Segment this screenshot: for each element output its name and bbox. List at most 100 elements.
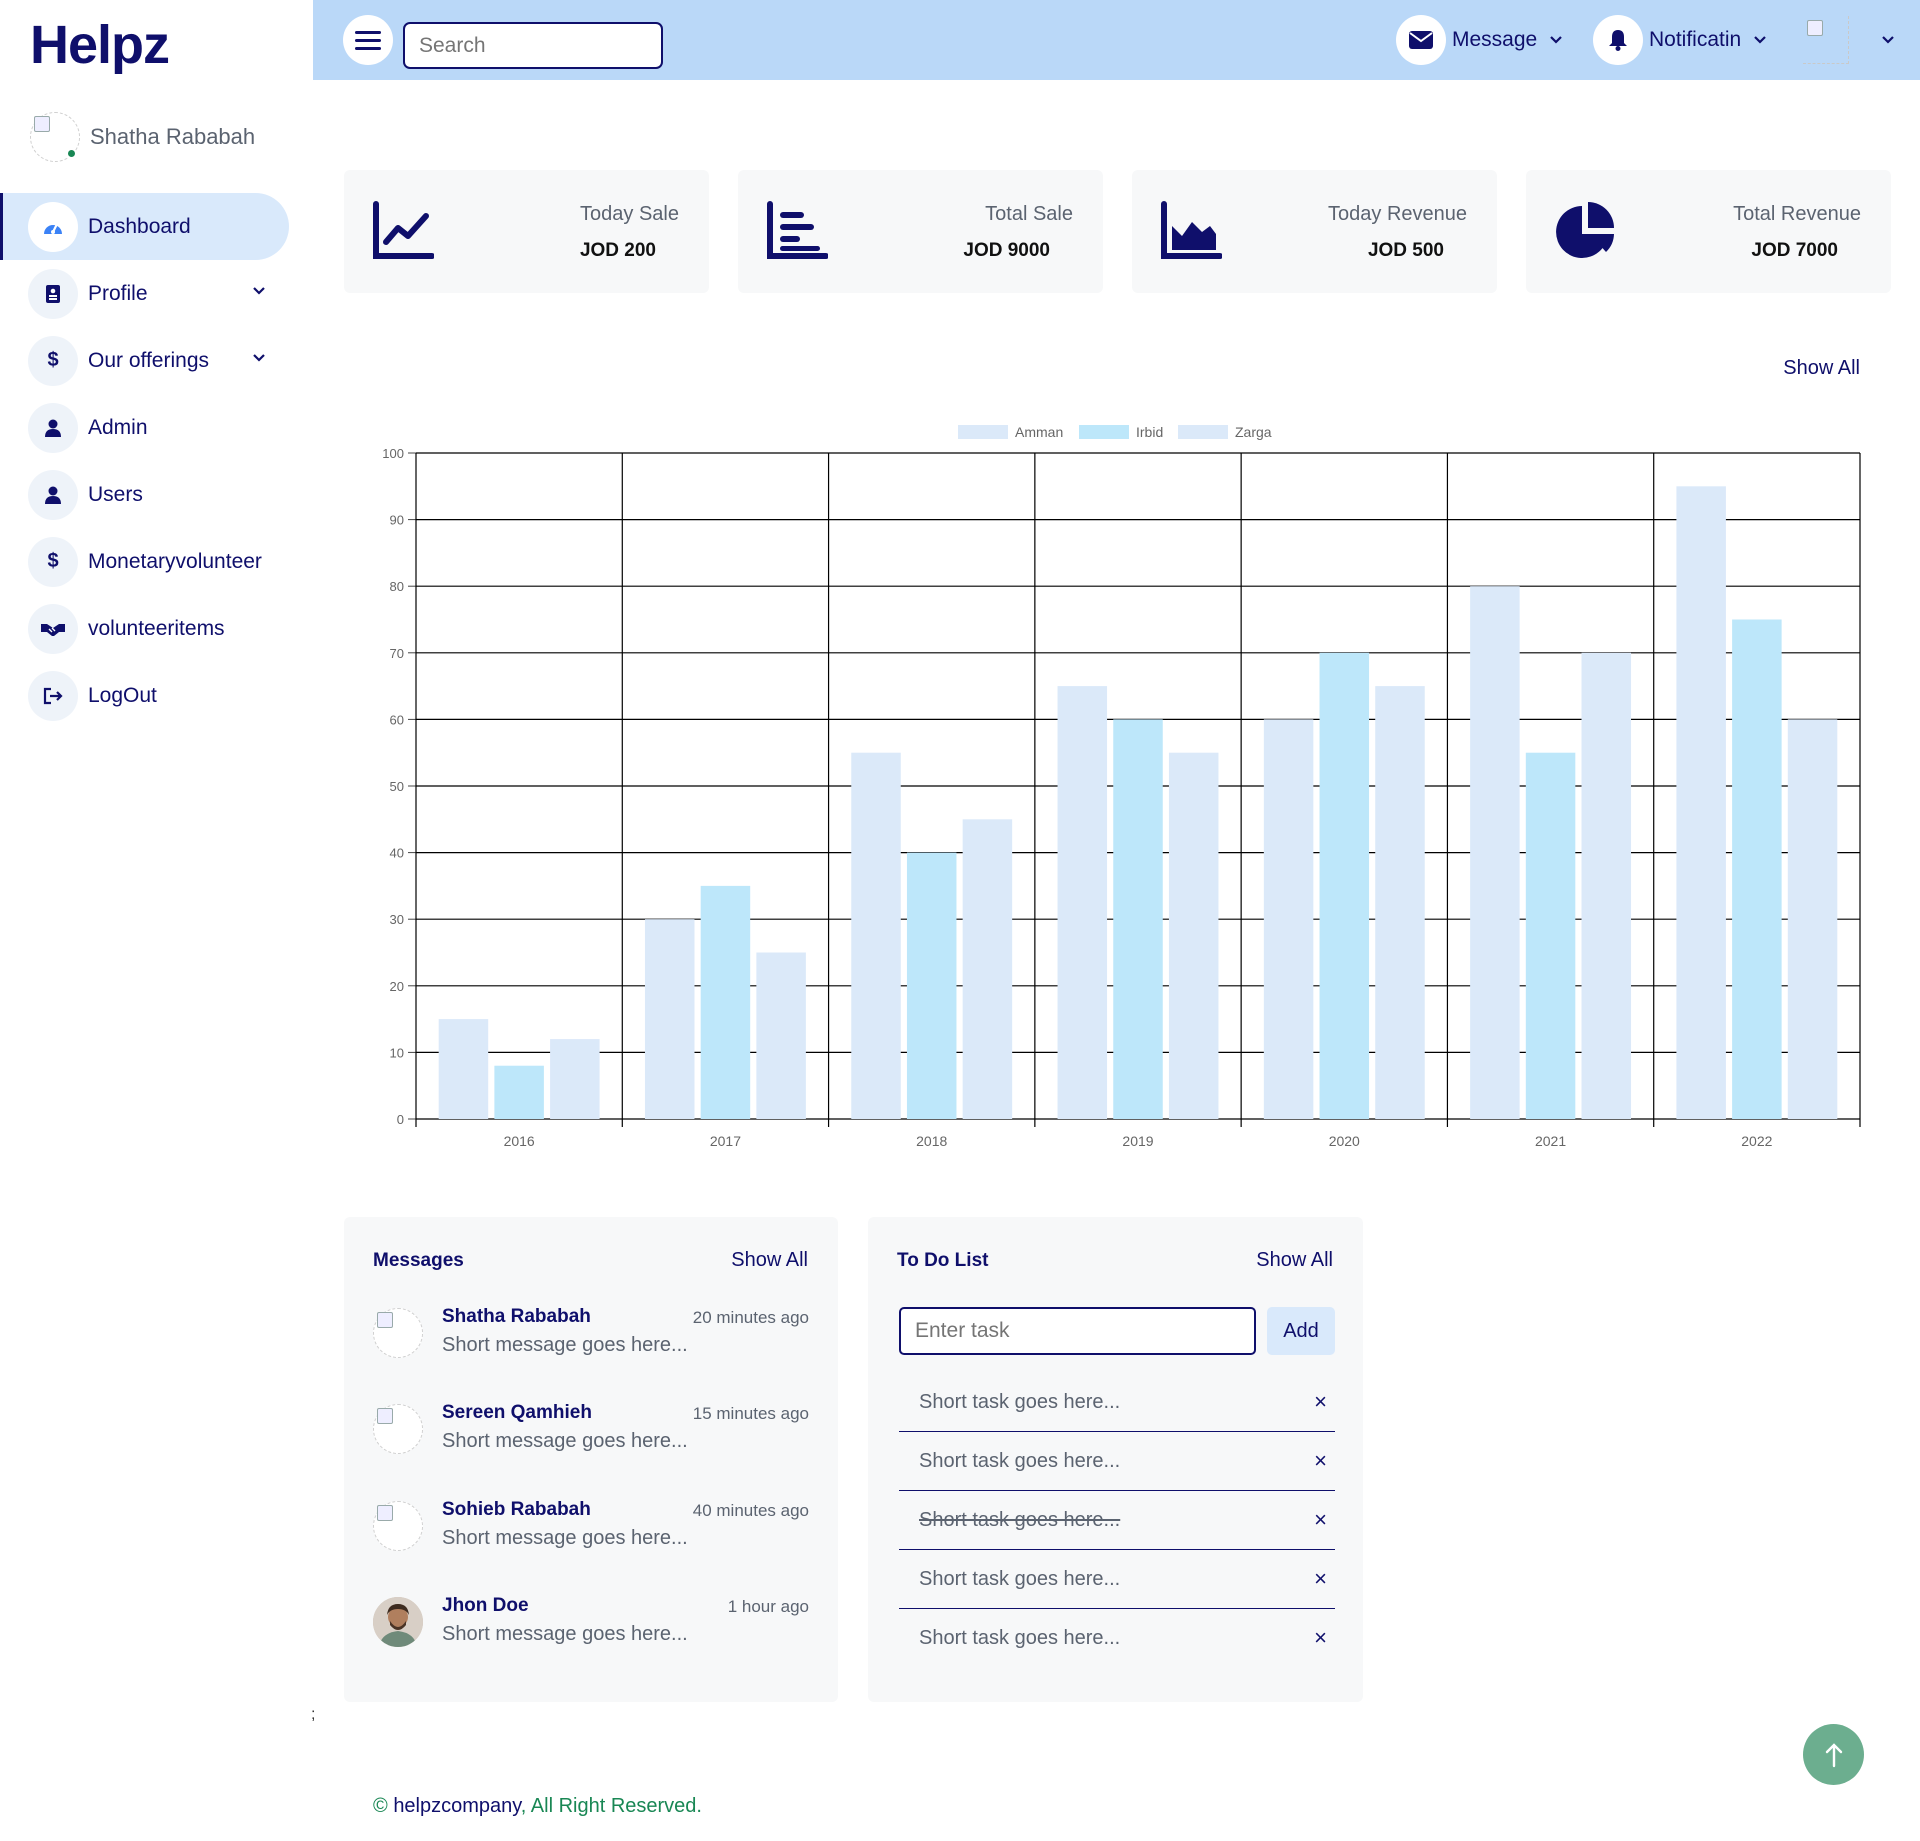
user-avatar: [30, 112, 80, 162]
sales-bar-chart: 0 10 20 30 40 50 60 70 80 90 100 2016 2017 2018 2019 20…: [382, 424, 1861, 1149]
sidebar-item-logout[interactable]: LogOut: [0, 662, 313, 729]
task-item[interactable]: Short task goes here... ×: [899, 1373, 1335, 1432]
bar-amman-2016: [438, 1019, 489, 1119]
add-task-button[interactable]: Add: [1267, 1307, 1335, 1355]
sidebar-item-dashboard[interactable]: Dashboard: [0, 193, 289, 260]
message-avatar: [373, 1501, 423, 1551]
y-tick-label: 60: [390, 712, 404, 727]
x-tick-label: 2017: [710, 1133, 741, 1149]
sidebar-item-admin[interactable]: Admin: [0, 394, 313, 461]
pie-chart-icon: [1556, 202, 1614, 258]
bar-amman-2021: [1470, 586, 1520, 1119]
task-item[interactable]: Short task goes here... ×: [899, 1550, 1335, 1609]
notifications-dropdown[interactable]: Notificatin: [1593, 15, 1767, 65]
todo-show-all-link[interactable]: Show All: [1256, 1249, 1333, 1272]
bar-irbid-2016: [494, 1065, 544, 1119]
messages-show-all-link[interactable]: Show All: [731, 1249, 808, 1272]
message-item[interactable]: Sohieb Rababah 40 minutes ago Short mess…: [373, 1499, 809, 1551]
messages-dropdown[interactable]: Message: [1396, 15, 1563, 65]
message-time: 40 minutes ago: [692, 1501, 809, 1520]
chevron-down-icon[interactable]: [1881, 33, 1895, 47]
task-text: Short task goes here...: [919, 1450, 1121, 1472]
bar-amman-2022: [1676, 486, 1726, 1119]
legend-swatch: [958, 425, 1008, 439]
close-icon[interactable]: ×: [1314, 1389, 1327, 1415]
legend-label: Irbid: [1136, 424, 1163, 440]
y-tick-label: 70: [390, 646, 404, 661]
messages-title: Messages: [373, 1250, 464, 1271]
close-icon[interactable]: ×: [1314, 1625, 1327, 1651]
bar-zarga-2022: [1787, 719, 1838, 1119]
chevron-down-icon: [1754, 36, 1766, 44]
bar-zarga-2016: [550, 1039, 600, 1119]
line-chart-icon: [373, 201, 434, 259]
stat-title: Total Sale: [985, 203, 1073, 225]
task-text: Short task goes here...: [919, 1391, 1121, 1413]
bar-amman-2017: [644, 919, 695, 1119]
bar-amman-2018: [851, 752, 901, 1119]
stat-title: Today Revenue: [1328, 203, 1467, 225]
y-tick-label: 20: [390, 979, 404, 994]
close-icon[interactable]: ×: [1314, 1566, 1327, 1592]
task-item-done[interactable]: Short task goes here... ×: [899, 1491, 1335, 1550]
search-input[interactable]: [403, 22, 663, 69]
bar-zarga-2021: [1581, 652, 1632, 1119]
chevron-down-icon[interactable]: [252, 351, 266, 365]
back-to-top-button[interactable]: [1803, 1724, 1864, 1785]
sidebar-item-label: LogOut: [88, 683, 157, 707]
task-item[interactable]: Short task goes here... ×: [899, 1609, 1335, 1668]
message-avatar: [373, 1404, 423, 1454]
stat-value: JOD 9000: [963, 240, 1050, 261]
sidebar-item-profile[interactable]: Profile: [0, 260, 313, 327]
message-sender: Shatha Rababah: [442, 1306, 591, 1327]
message-sender: Sereen Qamhieh: [442, 1402, 592, 1423]
close-icon[interactable]: ×: [1314, 1507, 1327, 1533]
chart-show-all-link[interactable]: Show All: [1783, 357, 1860, 380]
chevron-down-icon[interactable]: [252, 284, 266, 298]
task-item[interactable]: Short task goes here... ×: [899, 1432, 1335, 1491]
sidebar: Helpz Shatha Rababah Dashboard Profile $…: [0, 0, 313, 1841]
sidebar-item-monetaryvolunteer[interactable]: $ Monetaryvolunteer: [0, 528, 313, 595]
bar-amman-2020: [1263, 719, 1314, 1119]
envelope-icon: [1396, 15, 1446, 65]
x-tick-label: 2020: [1329, 1133, 1360, 1149]
message-item[interactable]: Shatha Rababah 20 minutes ago Short mess…: [373, 1306, 809, 1358]
y-tick-label: 100: [382, 446, 404, 461]
sidebar-item-volunteeritems[interactable]: volunteeritems: [0, 595, 313, 662]
sidebar-item-label: volunteeritems: [88, 616, 225, 640]
bar-zarga-2019: [1168, 752, 1219, 1119]
message-avatar: [373, 1308, 423, 1358]
y-tick-label: 80: [390, 579, 404, 594]
message-item[interactable]: Jhon Doe 1 hour ago Short message goes h…: [373, 1595, 809, 1647]
x-tick-label: 2016: [504, 1133, 535, 1149]
x-tick-label: 2019: [1122, 1133, 1153, 1149]
bar-chart-icon: [767, 201, 828, 259]
user-icon: [28, 402, 78, 453]
bar-zarga-2018: [962, 819, 1013, 1119]
close-icon[interactable]: ×: [1314, 1448, 1327, 1474]
bar-irbid-2019: [1113, 719, 1163, 1119]
brand-logo[interactable]: Helpz: [30, 14, 170, 76]
sidebar-item-our-offerings[interactable]: $ Our offerings: [0, 327, 313, 394]
message-sender: Jhon Doe: [442, 1595, 529, 1616]
bar-amman-2019: [1057, 686, 1108, 1119]
task-text: Short task goes here...: [919, 1627, 1121, 1649]
sidebar-item-users[interactable]: Users: [0, 461, 313, 528]
company-link[interactable]: helpzcompany: [393, 1795, 520, 1817]
message-text: Short message goes here...: [442, 1334, 688, 1356]
x-tick-label: 2022: [1741, 1133, 1772, 1149]
todo-panel: To Do List Show All Add Short task goes …: [868, 1217, 1363, 1702]
message-sender: Sohieb Rababah: [442, 1499, 591, 1520]
message-text: Short message goes here...: [442, 1430, 688, 1452]
stray-text: ;: [311, 1706, 316, 1723]
id-card-icon: [28, 268, 78, 319]
gauge-icon: [28, 201, 78, 252]
menu-toggle-button[interactable]: [343, 15, 393, 65]
bar-irbid-2020: [1319, 652, 1370, 1119]
task-input[interactable]: [899, 1307, 1256, 1355]
bar-irbid-2021: [1525, 752, 1576, 1119]
profile-avatar[interactable]: [1803, 16, 1849, 64]
message-text: Short message goes here...: [442, 1527, 688, 1549]
message-item[interactable]: Sereen Qamhieh 15 minutes ago Short mess…: [373, 1402, 809, 1454]
x-tick-label: 2021: [1535, 1133, 1566, 1149]
